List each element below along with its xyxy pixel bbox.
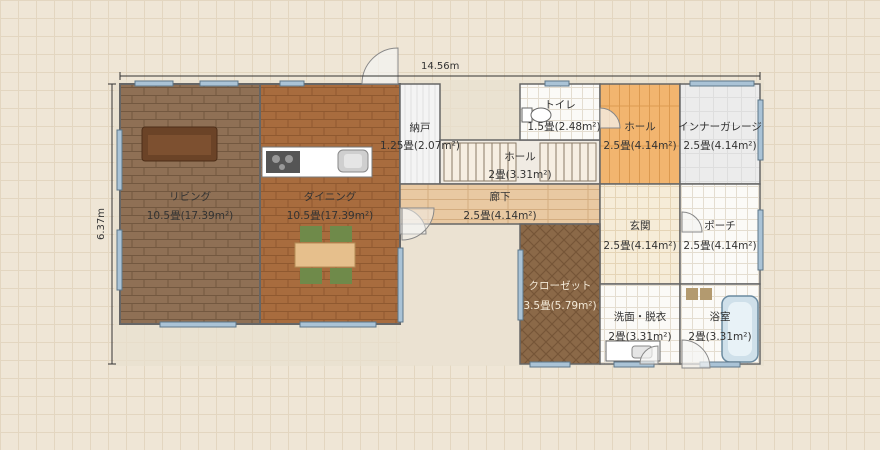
room-label-storage: 納戸: [410, 121, 431, 134]
room-label-hall-east: ホール: [624, 121, 656, 133]
room-porch[interactable]: [679, 183, 761, 285]
room-area-porch: 2.5畳(4.14m²): [683, 240, 756, 252]
room-area-toilet: 1.5畳(2.48m²): [527, 121, 600, 133]
room-area-hall-east: 2.5畳(4.14m²): [603, 140, 676, 152]
room-area-living: 10.5畳(17.39m²): [147, 210, 234, 222]
room-closet[interactable]: [519, 223, 601, 365]
room-garage[interactable]: [679, 83, 761, 185]
room-entrance[interactable]: [599, 183, 681, 285]
kitchen-counter-icon: [261, 146, 373, 178]
outdoor-area: [400, 225, 520, 365]
room-storage[interactable]: [399, 83, 441, 185]
room-label-hall-stairs: ホール: [504, 151, 536, 163]
room-label-washroom: 洗面・脱衣: [614, 310, 667, 323]
room-label-corridor: 廊下: [490, 190, 511, 203]
room-living[interactable]: [119, 83, 261, 325]
room-label-bath: 浴室: [710, 310, 731, 323]
room-hall-east[interactable]: [599, 83, 681, 185]
room-dining[interactable]: [259, 83, 401, 325]
room-label-entrance: 玄関: [630, 219, 651, 232]
room-label-garage: インナーガレージ: [678, 121, 762, 133]
room-label-living: リビング: [169, 190, 211, 203]
room-area-closet: 3.5畳(5.79m²): [523, 300, 596, 312]
room-area-washroom: 2畳(3.31m²): [608, 331, 671, 343]
height-dimension-label: 6.37m: [96, 208, 107, 240]
sofa-icon: [141, 126, 218, 162]
room-area-corridor: 2.5畳(4.14m²): [463, 210, 536, 222]
room-area-bath: 2畳(3.31m²): [688, 331, 751, 343]
room-label-porch: ポーチ: [704, 220, 736, 232]
room-label-closet: クローゼット: [529, 280, 592, 292]
room-area-dining: 10.5畳(17.39m²): [287, 210, 374, 222]
room-area-hall-stairs: 2畳(3.31m²): [488, 169, 551, 181]
width-dimension-label: 14.56m: [421, 61, 459, 72]
bathtub-icon: [721, 295, 759, 363]
room-label-dining: ダイニング: [304, 190, 357, 203]
room-label-toilet: トイレ: [544, 99, 576, 111]
room-area-garage: 2.5畳(4.14m²): [683, 140, 756, 152]
room-area-storage: 1.25畳(2.07m²): [380, 140, 460, 152]
room-area-entrance: 2.5畳(4.14m²): [603, 240, 676, 252]
